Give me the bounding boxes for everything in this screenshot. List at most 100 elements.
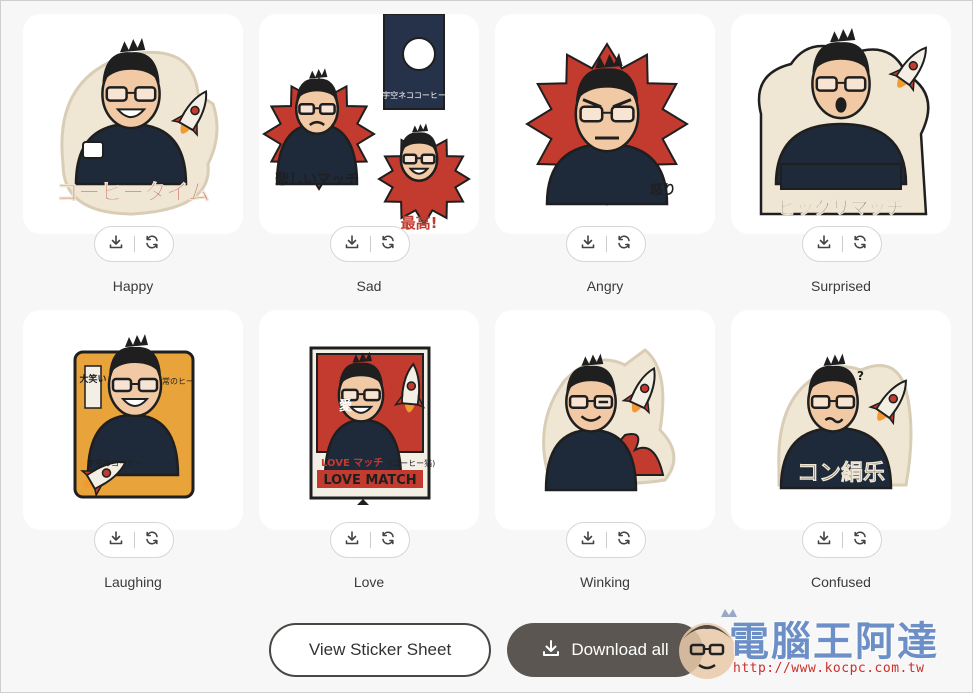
regenerate-sticker-button[interactable] [613, 529, 635, 551]
divider [841, 236, 843, 252]
sticker-label: Sad [356, 278, 382, 294]
refresh-icon [380, 234, 396, 255]
svg-text:コン絹乐: コン絹乐 [797, 460, 885, 486]
download-icon [344, 530, 360, 551]
svg-text:LOVE マッチ: LOVE マッチ [321, 457, 383, 469]
download-sticker-button[interactable] [341, 233, 363, 255]
regenerate-sticker-button[interactable] [613, 233, 635, 255]
sticker-actions [330, 522, 410, 558]
svg-text:宇空のコーヒー: 宇空のコーヒー [87, 458, 143, 468]
svg-text:悲しいマッチ: 悲しいマッチ [275, 171, 359, 188]
svg-text:LOVE MATCH: LOVE MATCH [323, 473, 416, 488]
sticker-card-happy[interactable]: コーヒータイム [23, 14, 243, 234]
sticker-image [542, 348, 676, 492]
download-icon [541, 638, 561, 663]
watermark-url: http://www.kocpc.com.tw [733, 661, 925, 676]
sticker-label: Laughing [104, 574, 162, 590]
sticker-card-confused[interactable]: ? コン絹乐 [731, 310, 951, 530]
sticker-image: 怒り [525, 42, 689, 206]
sticker-actions [330, 226, 410, 262]
sticker-image: ビッグリマッチ [757, 27, 930, 219]
divider [605, 236, 607, 252]
sticker-actions [566, 226, 646, 262]
regenerate-sticker-button[interactable] [377, 233, 399, 255]
view-sticker-sheet-button[interactable]: View Sticker Sheet [269, 623, 491, 677]
download-sticker-button[interactable] [341, 529, 363, 551]
sticker-actions [94, 226, 174, 262]
regenerate-sticker-button[interactable] [141, 529, 163, 551]
svg-text:ビッグリマッチ: ビッグリマッチ [778, 197, 904, 219]
svg-text:大笑い: 大笑い [79, 373, 106, 385]
sticker-card-surprised[interactable]: ビッグリマッチ [731, 14, 951, 234]
watermark-text: 電腦王阿達 [729, 619, 939, 665]
download-icon [344, 234, 360, 255]
sticker-cell-love: 愛 LOVE マッチ (コーヒー猫) LOVE MATCH Love [259, 310, 479, 606]
sticker-cell-happy: コーヒータイム Happy [23, 14, 243, 310]
sticker-card-laughing[interactable]: 大笑い 常のヒー 宇空のコーヒー [23, 310, 243, 530]
download-icon [580, 530, 596, 551]
sticker-card-angry[interactable]: 怒り [495, 14, 715, 234]
sticker-cell-angry: 怒り Angry [495, 14, 715, 310]
sticker-image: コーヒータイム [56, 37, 219, 216]
download-icon [108, 234, 124, 255]
download-icon [580, 234, 596, 255]
regenerate-sticker-button[interactable] [377, 529, 399, 551]
refresh-icon [144, 234, 160, 255]
download-sticker-button[interactable] [813, 529, 835, 551]
download-all-button[interactable]: Download all [507, 623, 703, 677]
svg-text:最高!: 最高! [401, 214, 438, 232]
sticker-actions [802, 522, 882, 558]
watermark: 電腦王阿達 http://www.kocpc.com.tw [669, 599, 973, 693]
regenerate-sticker-button[interactable] [849, 233, 871, 255]
divider [133, 236, 135, 252]
svg-text:常のヒー: 常のヒー [162, 377, 194, 386]
sticker-cell-sad: 宇空ネココーヒー 悲しいマッチ 最高! Sad [259, 14, 479, 310]
download-sticker-button[interactable] [105, 233, 127, 255]
refresh-icon [616, 234, 632, 255]
refresh-icon [144, 530, 160, 551]
refresh-icon [380, 530, 396, 551]
download-sticker-button[interactable] [577, 529, 599, 551]
sticker-cell-winking: Winking [495, 310, 715, 606]
view-sticker-sheet-label: View Sticker Sheet [308, 640, 452, 659]
refresh-icon [616, 530, 632, 551]
divider [841, 532, 843, 548]
refresh-icon [852, 530, 868, 551]
divider [605, 532, 607, 548]
sticker-card-love[interactable]: 愛 LOVE マッチ (コーヒー猫) LOVE MATCH [259, 310, 479, 530]
download-sticker-button[interactable] [577, 233, 599, 255]
regenerate-sticker-button[interactable] [849, 529, 871, 551]
divider [369, 236, 371, 252]
sticker-actions [802, 226, 882, 262]
download-sticker-button[interactable] [105, 529, 127, 551]
sticker-card-sad[interactable]: 宇空ネココーヒー 悲しいマッチ 最高! [259, 14, 479, 234]
download-icon [816, 530, 832, 551]
svg-text:?: ? [857, 369, 864, 383]
sticker-cell-confused: ? コン絹乐 Confused [731, 310, 951, 606]
sticker-image: 宇空ネココーヒー 悲しいマッチ 最高! [262, 14, 471, 232]
sticker-label: Love [353, 574, 385, 590]
sticker-cell-laughing: 大笑い 常のヒー 宇空のコーヒー Laughing [23, 310, 243, 606]
download-sticker-button[interactable] [813, 233, 835, 255]
sticker-image: 愛 LOVE マッチ (コーヒー猫) LOVE MATCH [309, 346, 435, 505]
sticker-label: Angry [586, 278, 624, 294]
sticker-card-winking[interactable] [495, 310, 715, 530]
regenerate-sticker-button[interactable] [141, 233, 163, 255]
sticker-actions [94, 522, 174, 558]
download-icon [816, 234, 832, 255]
download-icon [108, 530, 124, 551]
sticker-grid: コーヒータイム Happy 宇空ネココーヒー 悲しいマッチ 最高! Sad 怒り… [23, 14, 951, 606]
sticker-label: Confused [811, 574, 871, 590]
sticker-cell-surprised: ビッグリマッチ Surprised [731, 14, 951, 310]
refresh-icon [852, 234, 868, 255]
sticker-label: Happy [112, 278, 154, 294]
svg-text:愛: 愛 [339, 398, 352, 414]
sticker-label: Winking [580, 574, 630, 590]
svg-text:コーヒータイム: コーヒータイム [56, 181, 210, 206]
svg-text:(コーヒー猫): (コーヒー猫) [389, 458, 435, 468]
divider [369, 532, 371, 548]
sticker-label: Surprised [811, 278, 871, 294]
download-all-label: Download all [571, 640, 669, 659]
svg-text:宇空ネココーヒー: 宇空ネココーヒー [382, 90, 446, 100]
sticker-actions [566, 522, 646, 558]
